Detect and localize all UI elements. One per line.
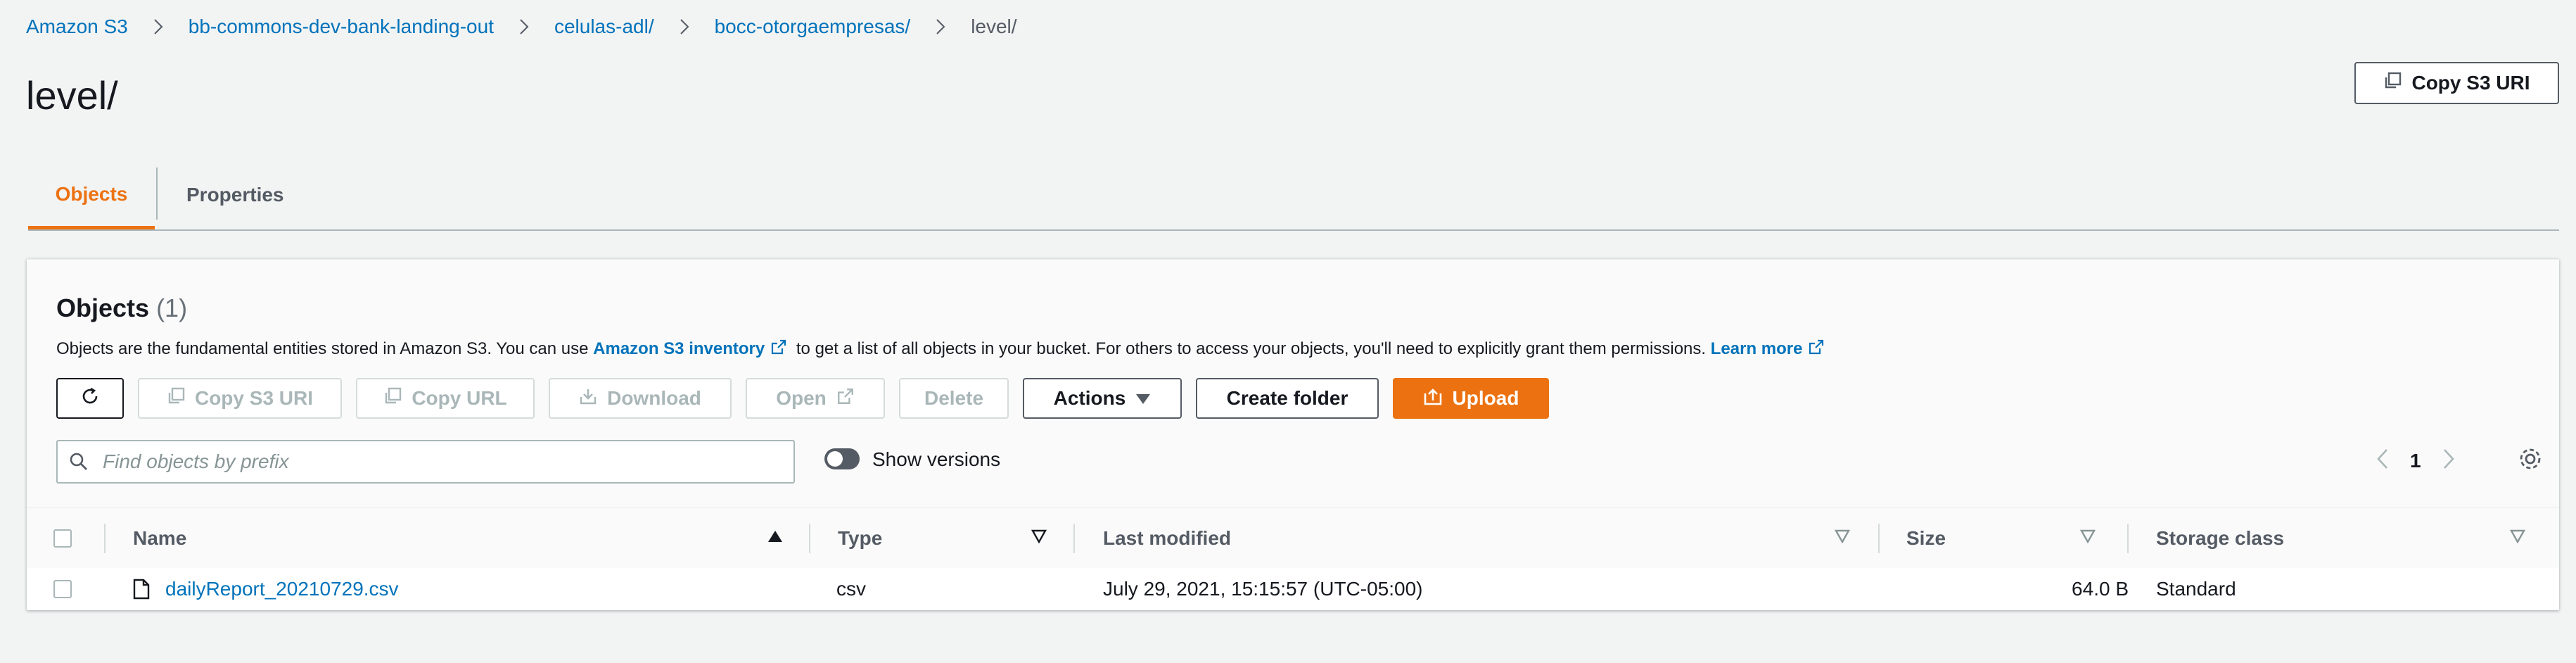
show-versions-toggle[interactable] (824, 448, 860, 469)
previous-page-button[interactable] (2376, 448, 2389, 474)
show-versions-label: Show versions (872, 448, 1001, 470)
search-box (56, 440, 795, 484)
tab-list: Objects Properties (28, 162, 2559, 231)
page-title: level/ (26, 73, 118, 118)
last-modified-cell: July 29, 2021, 15:15:57 (UTC-05:00) (1103, 578, 1423, 600)
chevron-right-icon (936, 18, 945, 35)
tab-properties[interactable]: Properties (186, 162, 284, 228)
table-header: Name Type Last modified Size Storage cla… (27, 507, 2559, 569)
column-header-size[interactable]: Size (1906, 508, 1946, 569)
upload-icon (1423, 386, 1443, 411)
tab-objects[interactable]: Objects (28, 162, 155, 229)
copy-icon (383, 387, 402, 410)
search-icon (69, 452, 89, 472)
actions-label: Actions (1053, 387, 1126, 409)
copy-s3-uri-button[interactable]: Copy S3 URI (2354, 62, 2559, 104)
pagination: 1 (2376, 440, 2455, 482)
breadcrumb-folder-bocc[interactable]: bocc-otorgaempresas/ (715, 15, 911, 38)
download-button[interactable]: Download (549, 378, 732, 419)
delete-label: Delete (924, 387, 984, 409)
search-input[interactable] (101, 450, 737, 474)
column-divider (1878, 524, 1880, 553)
tab-divider (156, 168, 158, 220)
objects-count: (1) (156, 293, 188, 322)
sort-toggle-icon[interactable] (2509, 529, 2526, 547)
breadcrumb-bucket[interactable]: bb-commons-dev-bank-landing-out (189, 15, 494, 38)
upload-label: Upload (1452, 387, 1519, 409)
next-page-button[interactable] (2442, 448, 2455, 474)
object-name-link[interactable]: dailyReport_20210729.csv (165, 578, 399, 600)
description-text-1: Objects are the fundamental entities sto… (56, 339, 594, 358)
name-cell: dailyReport_20210729.csv (133, 568, 399, 610)
sort-toggle-icon[interactable] (1834, 529, 1851, 547)
upload-button[interactable]: Upload (1393, 378, 1549, 419)
select-all-checkbox[interactable] (53, 529, 72, 548)
column-header-storage-class[interactable]: Storage class (2156, 508, 2284, 569)
row-checkbox[interactable] (53, 580, 72, 598)
external-link-icon (836, 387, 855, 410)
objects-toolbar: Copy S3 URI Copy URL Download Open Delet… (56, 378, 1549, 420)
select-all-cell (53, 508, 72, 569)
breadcrumb-current: level/ (971, 15, 1017, 37)
column-header-name[interactable]: Name (133, 508, 186, 569)
create-folder-button[interactable]: Create folder (1196, 378, 1379, 419)
column-header-type[interactable]: Type (838, 508, 882, 569)
tab-objects-label: Objects (55, 182, 128, 205)
tab-properties-label: Properties (186, 184, 284, 206)
current-page-number[interactable]: 1 (2410, 450, 2421, 472)
sort-ascending-icon[interactable] (767, 529, 783, 547)
copy-url-label: Copy URL (412, 387, 507, 409)
delete-button[interactable]: Delete (899, 378, 1009, 419)
objects-description: Objects are the fundamental entities sto… (56, 339, 1829, 360)
chevron-right-icon (680, 18, 689, 35)
description-text-2: to get a list of all objects in your buc… (791, 339, 1711, 358)
toggle-knob (827, 451, 843, 467)
chevron-right-icon (153, 18, 163, 35)
gear-icon[interactable] (2517, 446, 2544, 476)
download-icon (579, 387, 597, 410)
breadcrumb-folder-celulas[interactable]: celulas-adl/ (554, 15, 654, 38)
copy-url-button[interactable]: Copy URL (356, 378, 535, 419)
download-label: Download (607, 387, 701, 409)
caret-down-icon (1135, 387, 1151, 410)
objects-container: Objects (1) Objects are the fundamental … (27, 259, 2559, 610)
create-folder-label: Create folder (1226, 387, 1348, 409)
copy-s3-uri-toolbar-button[interactable]: Copy S3 URI (138, 378, 342, 419)
column-divider (809, 524, 810, 553)
actions-dropdown-button[interactable]: Actions (1023, 378, 1182, 419)
storage-class-cell: Standard (2156, 578, 2236, 600)
column-divider (2127, 524, 2129, 553)
s3-inventory-link[interactable]: Amazon S3 inventory (593, 339, 765, 358)
copy-icon (2383, 72, 2402, 95)
breadcrumb: Amazon S3 bb-commons-dev-bank-landing-ou… (26, 13, 1017, 41)
external-link-icon (1808, 339, 1825, 360)
type-cell: csv (836, 578, 866, 600)
sort-toggle-icon[interactable] (1031, 529, 1047, 547)
sort-toggle-icon[interactable] (2079, 529, 2096, 547)
refresh-button[interactable] (56, 378, 124, 419)
table-row: dailyReport_20210729.csv csv July 29, 20… (27, 568, 2559, 610)
learn-more-link[interactable]: Learn more (1711, 339, 1803, 358)
file-icon (133, 579, 150, 600)
copy-icon (167, 387, 185, 410)
copy-s3-uri-label: Copy S3 URI (2411, 72, 2530, 94)
column-divider (104, 524, 106, 553)
open-button[interactable]: Open (746, 378, 885, 419)
breadcrumb-amazon-s3[interactable]: Amazon S3 (26, 15, 128, 38)
external-link-icon (770, 339, 787, 360)
size-cell: 64.0 B (2072, 578, 2129, 600)
refresh-icon (79, 386, 101, 412)
column-header-last-modified[interactable]: Last modified (1103, 508, 1231, 569)
row-select-cell (53, 568, 72, 610)
objects-heading-text: Objects (56, 293, 150, 322)
chevron-right-icon (519, 18, 529, 35)
open-label: Open (776, 387, 827, 409)
copy-s3-uri-toolbar-label: Copy S3 URI (194, 387, 314, 409)
column-divider (1073, 524, 1075, 553)
objects-heading: Objects (1) (56, 293, 187, 323)
